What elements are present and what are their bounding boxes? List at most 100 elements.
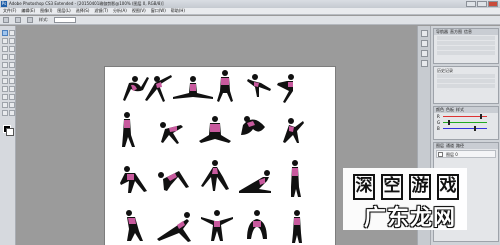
tool-presets-panel-icon[interactable] [421,60,428,67]
info-row [437,46,495,50]
brush-tool-icon[interactable] [9,54,15,60]
healing-tool-icon[interactable] [2,54,8,60]
tab-navigator[interactable]: 导航器 [436,29,448,35]
notes-tool-icon[interactable] [2,102,8,108]
new-selection-icon[interactable] [15,17,21,23]
layer-name: 图层 0 [446,152,458,157]
history-row [437,84,495,88]
color-slider-b[interactable]: B [437,126,495,131]
menu-image[interactable]: 图像(I) [40,8,52,14]
stamp-tool-icon[interactable] [2,62,8,68]
background-color-swatch[interactable] [6,128,14,136]
layer-thumbnail [438,152,443,157]
yoga-figure [120,166,147,193]
minimize-button[interactable] [466,1,476,7]
style-select[interactable] [54,17,77,23]
layer-row[interactable]: 图层 0 [436,150,496,158]
blur-tool-icon[interactable] [2,78,8,84]
info-row [437,36,495,40]
menu-edit[interactable]: 编辑(E) [21,8,35,14]
slice-tool-icon[interactable] [9,46,15,52]
watermark-chars: 深 空 游 戏 [353,174,459,200]
brushes-panel-icon[interactable] [421,50,428,57]
yoga-figure [277,74,294,103]
marquee-tool-icon[interactable] [9,30,15,36]
gradient-tool-icon[interactable] [9,70,15,76]
eraser-tool-icon[interactable] [2,70,8,76]
color-slider-r[interactable]: R [437,114,495,119]
color-slider-g[interactable]: G [437,120,495,125]
window-controls [466,1,498,7]
menu-filter[interactable]: 滤镜(T) [94,8,108,14]
tab-color[interactable]: 颜色 [436,107,444,113]
slider-knob[interactable] [448,120,450,125]
type-tool-icon[interactable] [9,86,15,92]
yoga-figure [217,70,233,102]
history-panel-icon[interactable] [421,30,428,37]
yoga-figure [145,75,172,102]
hand-tool-icon[interactable] [2,110,8,116]
pen-tool-icon[interactable] [2,86,8,92]
close-button[interactable] [488,1,498,7]
yoga-figure [199,116,231,143]
tab-swatches[interactable]: 色板 [446,107,454,113]
path-select-tool-icon[interactable] [2,94,8,100]
tab-histogram[interactable]: 直方图 [450,29,462,35]
watermark-char: 游 [409,174,431,200]
yoga-figure [247,74,271,97]
maximize-button[interactable] [477,1,487,7]
slider-knob[interactable] [480,114,482,119]
yoga-figure [201,160,229,191]
yoga-figure [126,210,143,241]
slider-label: G [437,120,441,125]
yoga-figure [283,118,304,143]
menu-view[interactable]: 视图(V) [132,8,146,14]
tab-paths[interactable]: 路径 [456,143,464,149]
dodge-tool-icon[interactable] [9,78,15,84]
menu-window[interactable]: 窗口(W) [151,8,166,14]
watermark-char: 空 [381,174,403,200]
style-label: 样式: [39,17,49,22]
menu-layer[interactable]: 图层(L) [57,8,70,14]
watermark-char: 深 [353,174,375,200]
photoshop-logo-icon: Ps [1,1,7,7]
color-tabs: 颜色 色板 样式 [434,107,498,113]
yoga-figure [241,116,265,135]
add-selection-icon[interactable] [27,17,33,23]
tab-layers[interactable]: 图层 [436,143,444,149]
photoshop-window: Ps Adobe Photoshop CS3 Extended - [20150… [0,0,500,245]
tab-info[interactable]: 信息 [464,29,472,35]
yoga-figure [160,122,183,144]
menu-analysis[interactable]: 分析(A) [113,8,127,14]
shape-tool-icon[interactable] [9,94,15,100]
slider-label: R [437,114,440,119]
zoom-tool-icon[interactable] [9,110,15,116]
yoga-figure [122,112,135,147]
yoga-figure [247,210,267,239]
yoga-figure [173,76,213,99]
tab-channels[interactable]: 通道 [446,143,454,149]
menu-select[interactable]: 选择(S) [76,8,90,14]
layers-tabs: 图层 通道 路径 [434,143,498,149]
move-tool-icon[interactable] [2,30,8,36]
menu-bar: 文件(F) 编辑(E) 图像(I) 图层(L) 选择(S) 滤镜(T) 分析(A… [0,8,500,15]
history-row [437,74,495,78]
history-label: 历史记录 [437,68,453,73]
document-canvas[interactable] [105,67,335,245]
history-brush-tool-icon[interactable] [9,62,15,68]
info-row [437,41,495,45]
tab-styles[interactable]: 样式 [456,107,464,113]
crop-tool-icon[interactable] [2,46,8,52]
menu-help[interactable]: 帮助(H) [171,8,185,14]
actions-panel-icon[interactable] [421,40,428,47]
navigator-tabs: 导航器 直方图 信息 [434,29,498,35]
magic-wand-tool-icon[interactable] [9,38,15,44]
menu-file[interactable]: 文件(F) [3,8,16,14]
watermark-overlay: 深 空 游 戏 广东龙网 [340,165,500,245]
lasso-tool-icon[interactable] [2,38,8,44]
eyedropper-tool-icon[interactable] [9,102,15,108]
info-row [437,51,495,55]
tool-preset-icon[interactable] [3,17,9,23]
watermark-char: 戏 [437,174,459,200]
slider-knob[interactable] [474,126,476,131]
